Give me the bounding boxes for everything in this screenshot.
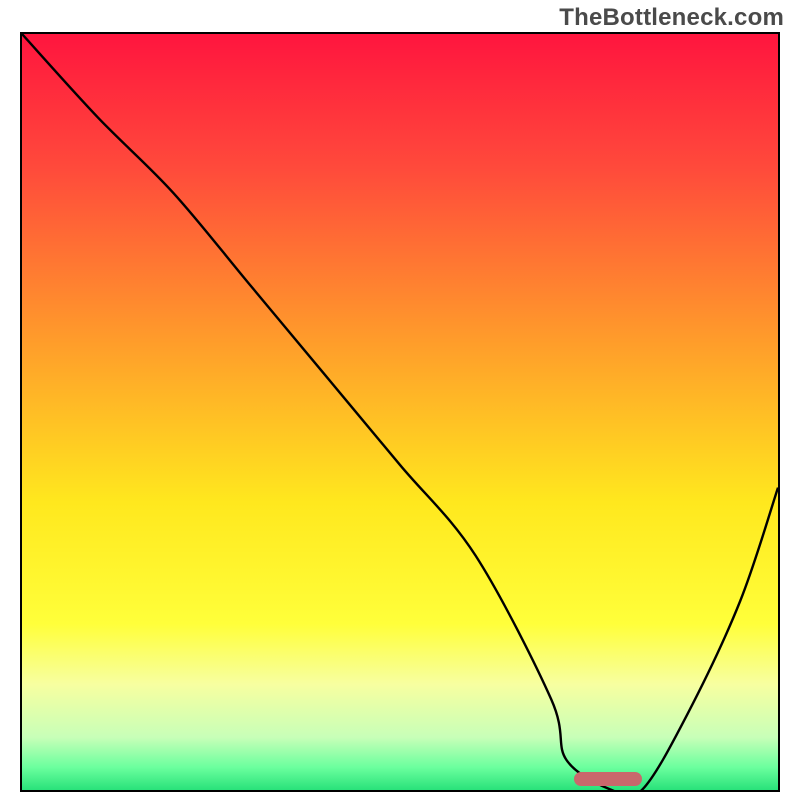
watermark-text: TheBottleneck.com bbox=[559, 4, 784, 32]
optimal-range-bar bbox=[574, 772, 642, 786]
chart-line bbox=[22, 34, 778, 790]
chart-plot-area bbox=[20, 32, 780, 792]
